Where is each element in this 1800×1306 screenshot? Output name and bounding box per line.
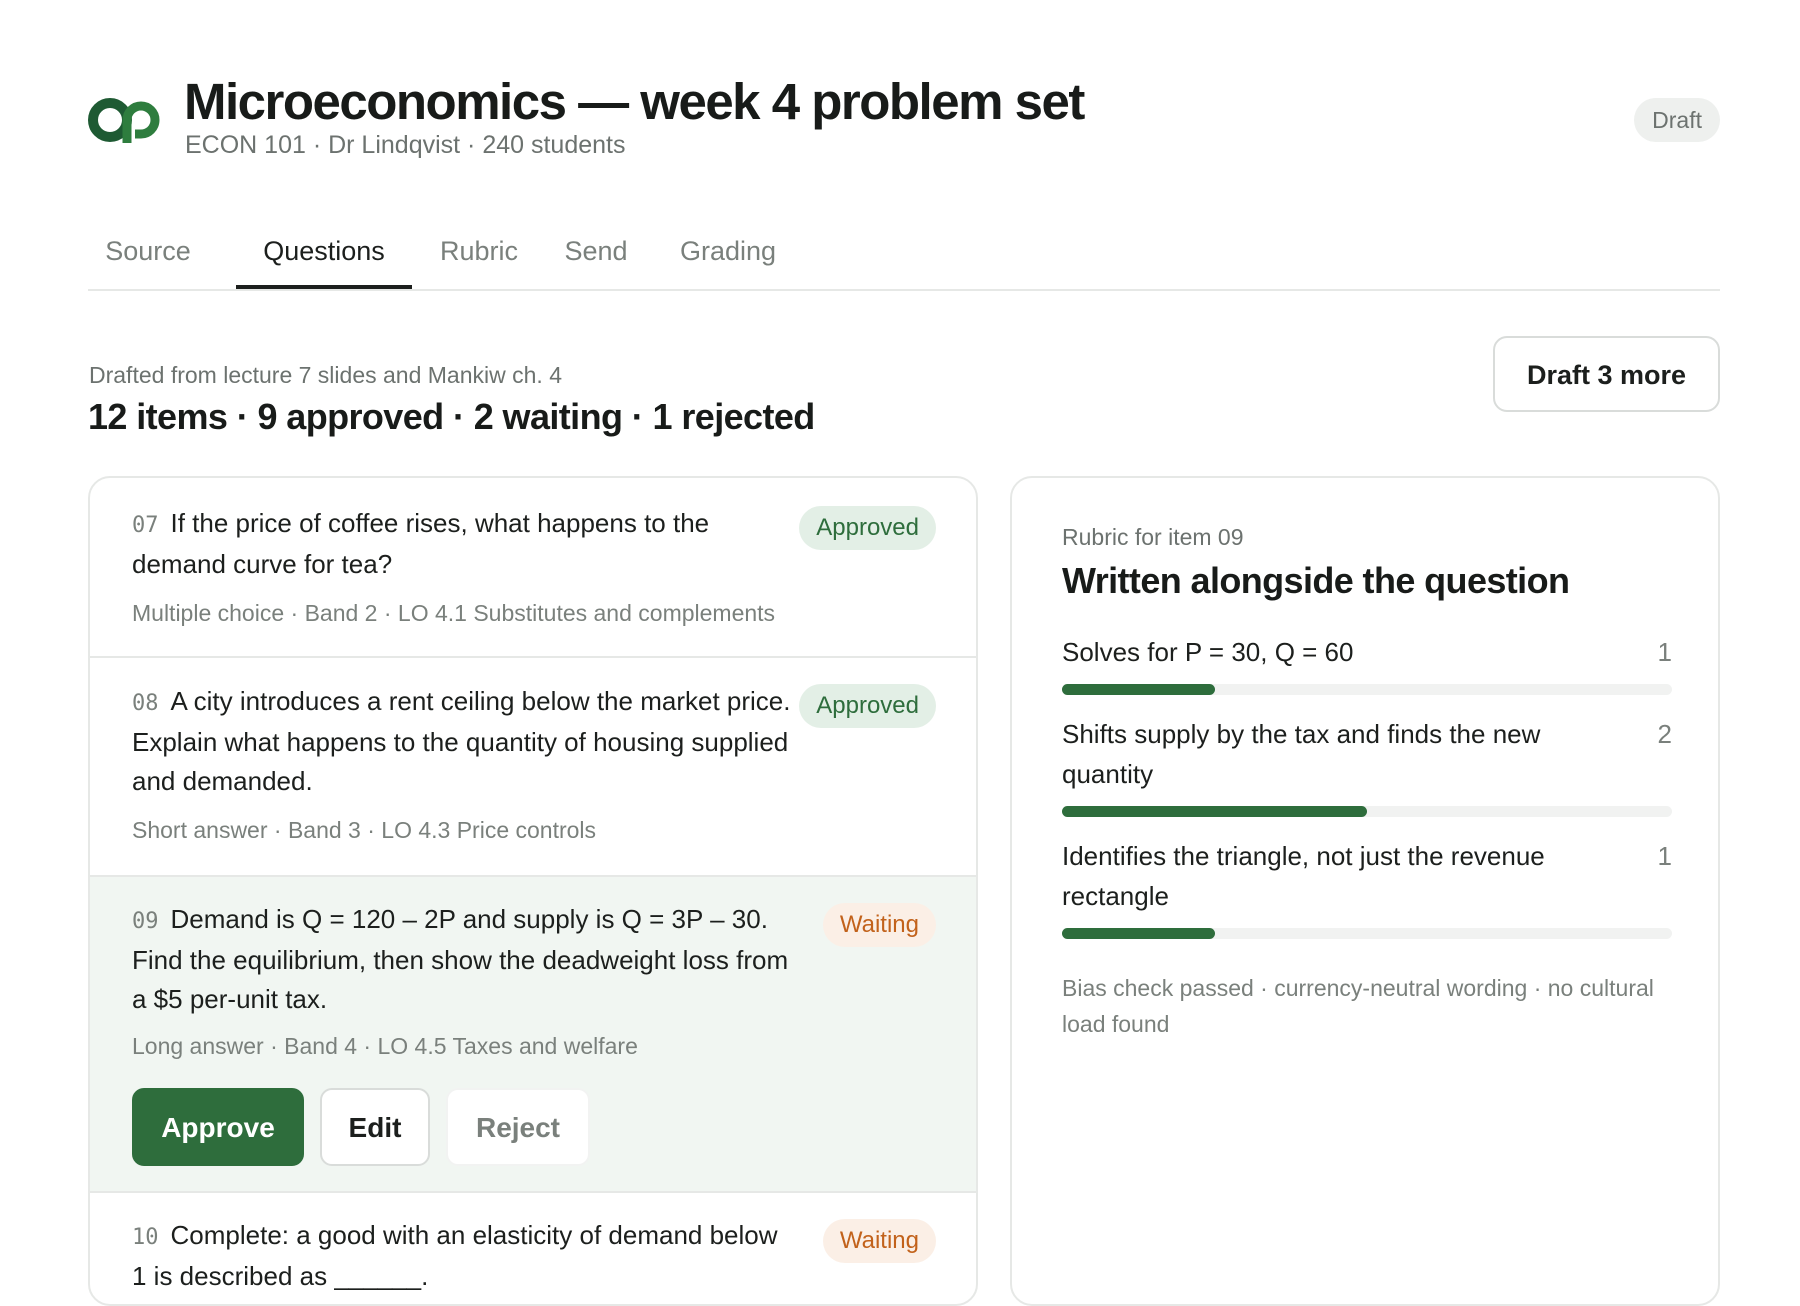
rubric-panel: Rubric for item 09 Written alongside the…	[1010, 476, 1720, 1306]
criterion-points: 1	[1657, 841, 1672, 871]
reject-button[interactable]: Reject	[446, 1088, 590, 1166]
tab-grading[interactable]: Grading	[672, 220, 784, 289]
question-number: 07	[132, 513, 159, 538]
question-number: 09	[132, 909, 159, 934]
question-text: If the price of coffee rises, what happe…	[132, 508, 710, 579]
question-item-07[interactable]: 07 If the price of coffee rises, what hap…	[90, 478, 976, 658]
page-title: Microeconomics — week 4 problem set	[184, 73, 1085, 130]
question-meta: Long answer · Band 4 · LO 4.5 Taxes and …	[132, 1033, 638, 1059]
status-badge-approved: Approved	[799, 506, 936, 550]
criterion-label: Solves for P = 30, Q = 60	[1062, 637, 1354, 667]
drafted-from-note: Drafted from lecture 7 slides and Mankiw…	[89, 362, 562, 388]
rubric-title: Written alongside the question	[1062, 560, 1570, 601]
question-number: 08	[132, 691, 159, 716]
tab-bar: Source Questions Rubric Send Grading	[88, 220, 1720, 291]
criterion-points: 2	[1657, 719, 1672, 749]
status-badge-approved: Approved	[799, 684, 936, 728]
approve-button[interactable]: Approve	[132, 1088, 304, 1166]
question-list: 07 If the price of coffee rises, what hap…	[88, 476, 978, 1306]
question-text: A city introduces a rent ceiling below t…	[132, 686, 791, 796]
ap-logo-icon	[88, 98, 160, 143]
question-item-09[interactable]: 09 Demand is Q = 120 – 2P and supply is Q…	[90, 877, 976, 1193]
question-text: Demand is Q = 120 – 2P and supply is Q =…	[132, 904, 789, 1014]
question-number: 10	[132, 1225, 159, 1250]
criterion-weight-bar	[1062, 684, 1672, 695]
tab-send[interactable]: Send	[558, 220, 634, 289]
question-item-08[interactable]: 08 A city introduces a rent ceiling below…	[90, 658, 976, 877]
criterion-weight-bar	[1062, 806, 1672, 817]
rubric-eyebrow: Rubric for item 09	[1062, 524, 1244, 550]
criterion-points: 1	[1657, 637, 1672, 667]
criterion-label: Identifies the triangle, not just the re…	[1062, 841, 1545, 911]
question-text: Complete: a good with an elasticity of d…	[132, 1220, 778, 1291]
criterion-label: Shifts supply by the tax and finds the n…	[1062, 719, 1541, 789]
question-meta: Short answer · Band 3 · LO 4.3 Price con…	[132, 817, 597, 843]
criterion-weight-fill	[1062, 928, 1215, 939]
tab-questions[interactable]: Questions	[236, 220, 412, 289]
draft-more-button[interactable]: Draft 3 more	[1493, 336, 1720, 412]
criterion-weight-bar	[1062, 928, 1672, 939]
question-meta: Multiple choice · Band 2 · LO 4.1 Substi…	[132, 600, 776, 626]
criterion-weight-fill	[1062, 684, 1215, 695]
items-summary: 12 items · 9 approved · 2 waiting · 1 re…	[88, 396, 815, 437]
status-badge-waiting: Waiting	[822, 903, 936, 947]
tab-rubric[interactable]: Rubric	[434, 220, 524, 289]
course-subtitle: ECON 101 · Dr Lindqvist · 240 students	[185, 131, 626, 159]
edit-button[interactable]: Edit	[320, 1088, 430, 1166]
question-item-10[interactable]: 10 Complete: a good with an elasticity of…	[90, 1193, 976, 1304]
status-badge: Draft	[1634, 98, 1720, 142]
criterion-weight-fill	[1062, 806, 1367, 817]
bias-check-note: Bias check passed · currency-neutral wor…	[1062, 975, 1654, 1037]
tab-source[interactable]: Source	[96, 220, 200, 289]
status-badge-waiting: Waiting	[822, 1219, 936, 1263]
